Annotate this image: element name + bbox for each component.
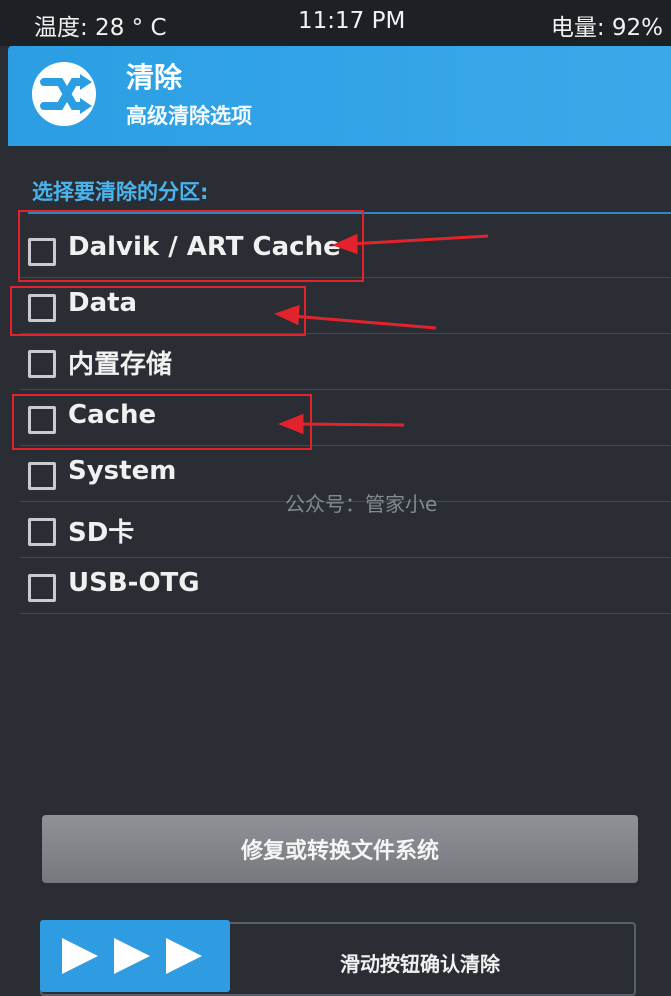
- triple-arrow-icon: [62, 938, 202, 974]
- arrow-icon: [274, 233, 489, 435]
- watermark-text: 公众号：管家小e: [285, 492, 438, 516]
- repair-filesystem-button[interactable]: 修复或转换文件系统: [42, 815, 638, 883]
- swipe-handle[interactable]: [40, 920, 230, 992]
- swipe-label: 滑动按钮确认清除: [340, 952, 500, 976]
